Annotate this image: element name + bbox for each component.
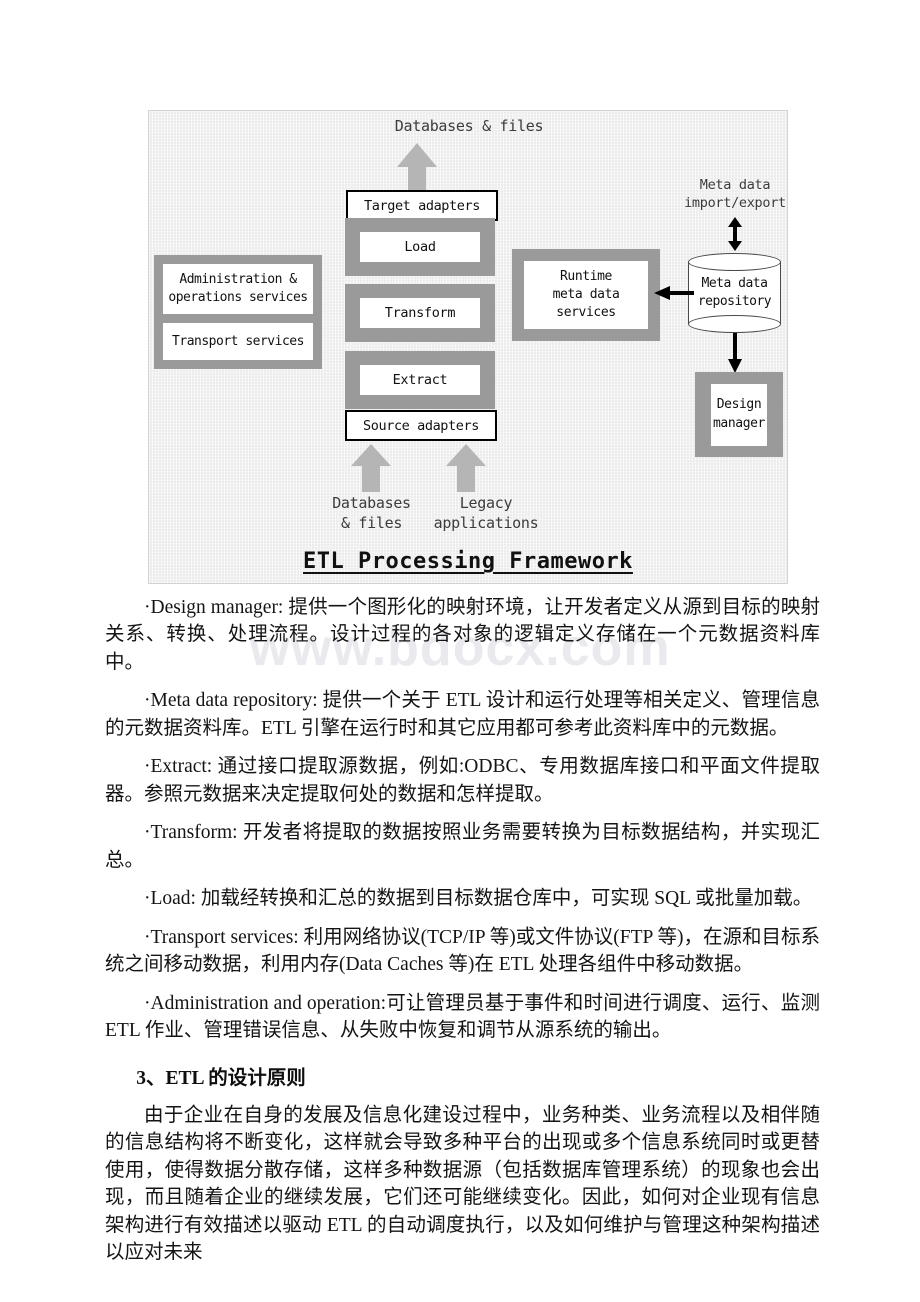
- databases-files-up-arrow: [351, 444, 391, 492]
- paragraph-extract: ·Extract: 通过接口提取源数据，例如:ODBC、专用数据库接口和平面文件…: [105, 756, 820, 805]
- meta-data-repository-cylinder: Meta data repository: [688, 253, 781, 333]
- design-manager-label: Design manager: [713, 397, 765, 431]
- document-body: ·Design manager: 提供一个图形化的映射环境，让开发者定义从源到目…: [105, 594, 820, 1278]
- paragraph-design-manager: ·Design manager: 提供一个图形化的映射环境，让开发者定义从源到目…: [105, 597, 820, 673]
- source-adapters-label: Source adapters: [363, 417, 479, 434]
- repository-to-runtime-arrow: [654, 285, 694, 301]
- transport-services-label: Transport services: [172, 333, 304, 349]
- design-manager-box: Design manager: [695, 372, 783, 457]
- extract-stage-inner: Extract: [360, 365, 480, 395]
- source-adapters-box: Source adapters: [345, 410, 497, 441]
- runtime-meta-data-services-inner: Runtime meta data services: [524, 261, 648, 329]
- services-panel: Administration & operations services Tra…: [154, 255, 322, 369]
- target-adapters-box: Target adapters: [346, 190, 498, 221]
- transform-label: Transform: [384, 305, 456, 321]
- extract-stage-box: Extract: [345, 351, 495, 409]
- paragraph-transform: ·Transform: 开发者将提取的数据按照业务需要转换为目标数据结构，并实现…: [105, 822, 820, 871]
- diagram-title: ETL Processing Framework: [303, 549, 633, 574]
- paragraph-administration-operation: ·Administration and operation:可让管理员基于事件和…: [105, 992, 820, 1042]
- extract-label: Extract: [392, 372, 448, 388]
- transport-services-row: Transport services: [163, 323, 313, 360]
- meta-data-repository-label: Meta data repository: [697, 275, 772, 309]
- transform-stage-inner: Transform: [360, 298, 480, 328]
- etl-framework-diagram: Databases & files Target adapters Load T…: [148, 110, 788, 584]
- meta-io-double-arrow: [726, 217, 744, 251]
- paragraph-closing: 由于企业在自身的发展及信息化建设过程中，业务种类、业务流程以及相伴随的信息结构将…: [105, 1104, 820, 1264]
- diagram-top-caption: Databases & files: [394, 117, 544, 135]
- design-manager-inner: Design manager: [711, 383, 767, 446]
- runtime-meta-data-services-label: Runtime meta data services: [552, 268, 620, 321]
- administration-operations-row: Administration & operations services: [163, 264, 313, 314]
- load-stage-inner: Load: [360, 232, 480, 262]
- meta-data-io-caption: Meta data import/export: [684, 177, 786, 211]
- paragraph-meta-data-repository: ·Meta data repository: 提供一个关于 ETL 设计和运行处…: [105, 690, 820, 739]
- paragraph-transport-services: ·Transport services: 利用网络协议(TCP/IP 等)或文件…: [105, 926, 820, 976]
- administration-operations-label: Administration & operations services: [168, 272, 308, 305]
- legacy-applications-caption: Legacy applications: [433, 494, 539, 532]
- transform-stage-box: Transform: [345, 284, 495, 342]
- load-label: Load: [404, 239, 436, 255]
- section-heading-etl-design-principles: 3、ETL 的设计原则: [136, 1067, 306, 1089]
- repository-to-design-manager-arrow: [726, 333, 744, 373]
- load-stage-box: Load: [345, 218, 495, 276]
- document-page: www.bdocx.com Databases & files Target a…: [0, 0, 920, 1302]
- paragraph-load: ·Load: 加载经转换和汇总的数据到目标数据仓库中，可实现 SQL 或批量加载…: [144, 888, 813, 910]
- target-adapters-label: Target adapters: [364, 197, 480, 214]
- legacy-applications-up-arrow: [446, 444, 486, 492]
- runtime-meta-data-services-box: Runtime meta data services: [512, 249, 660, 341]
